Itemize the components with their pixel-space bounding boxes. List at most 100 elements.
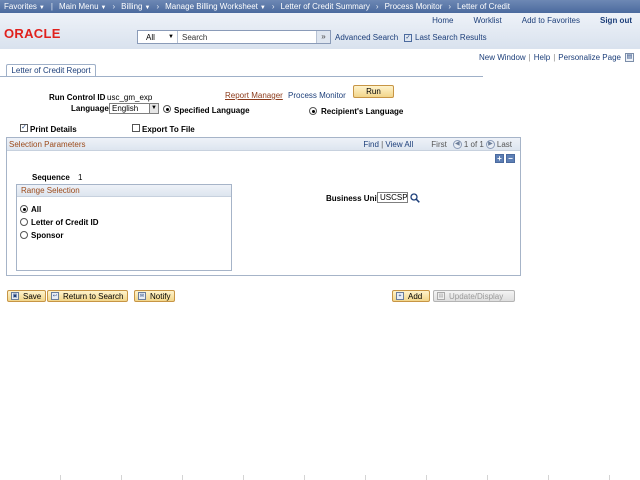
- separator: |: [528, 53, 531, 62]
- language-label: Language: [71, 104, 109, 113]
- print-details-checkbox[interactable]: ✓: [20, 124, 28, 132]
- report-manager-link[interactable]: Report Manager: [225, 91, 283, 100]
- add-row-icon[interactable]: +: [495, 154, 504, 163]
- row-counter: 1 of 1: [463, 140, 484, 149]
- universal-header: ORACLE Home Worklist Add to Favorites Si…: [0, 13, 640, 49]
- add-button[interactable]: + Add: [392, 290, 430, 302]
- breadcrumb-separator: ›: [156, 2, 160, 11]
- update-display-label: Update/Display: [449, 291, 504, 301]
- run-button[interactable]: Run: [353, 85, 394, 98]
- sequence-label: Sequence: [32, 173, 70, 182]
- range-selection-group: Range Selection All Letter of Credit ID …: [16, 184, 232, 271]
- run-control-id-value: usc_gm_exp: [107, 93, 153, 102]
- export-to-file-checkbox[interactable]: [132, 124, 140, 132]
- notify-label: Notify: [150, 291, 171, 301]
- chevron-down-icon: ▼: [38, 5, 45, 11]
- breadcrumb-label: Billing: [121, 2, 143, 11]
- chevron-down-icon: ▼: [149, 104, 158, 113]
- add-icon: +: [396, 292, 404, 300]
- range-sponsor-label: Sponsor: [31, 231, 64, 240]
- range-all-label: All: [31, 205, 42, 214]
- add-to-favorites-link[interactable]: Add to Favorites: [512, 16, 590, 25]
- return-to-search-button[interactable]: ↩ Return to Search: [47, 290, 129, 302]
- tab-divider: [0, 76, 483, 77]
- breadcrumb-label: Manage Billing Worksheet: [165, 2, 258, 11]
- language-select[interactable]: English ▼: [109, 103, 159, 114]
- last-label: Last: [496, 140, 512, 149]
- header-links: Home Worklist Add to Favorites Sign out: [422, 16, 632, 25]
- breadcrumb-manage-billing-worksheet[interactable]: Manage Billing Worksheet ▼: [161, 2, 270, 11]
- sign-out-link[interactable]: Sign out: [590, 16, 632, 25]
- previous-icon[interactable]: ◀: [452, 140, 462, 149]
- separator: |: [553, 53, 556, 62]
- sequence-value: 1: [78, 173, 83, 182]
- main-menu[interactable]: Main Menu ▼: [55, 2, 111, 11]
- breadcrumb-letter-of-credit[interactable]: Letter of Credit: [453, 2, 514, 11]
- personalize-page-link[interactable]: Personalize Page: [558, 53, 621, 62]
- search-scope-value: All: [146, 32, 155, 42]
- recipients-language-radio[interactable]: [309, 107, 317, 115]
- update-display-button[interactable]: ▤ Update/Display: [433, 290, 515, 302]
- range-letter-of-credit-id-radio[interactable]: [20, 218, 28, 226]
- notify-button[interactable]: ✉ Notify: [134, 290, 176, 302]
- range-selection-header: Range Selection: [17, 185, 231, 197]
- chevron-down-icon: ▼: [259, 5, 266, 11]
- view-all-link[interactable]: View All: [385, 140, 413, 149]
- run-control-id-label: Run Control ID: [49, 93, 106, 102]
- range-all-radio[interactable]: [20, 205, 28, 213]
- lookup-search-icon[interactable]: [410, 193, 420, 203]
- first-label: First: [431, 140, 447, 149]
- breadcrumb-separator: ›: [271, 2, 275, 11]
- last-search-results-link[interactable]: ✓ Last Search Results: [404, 33, 487, 42]
- delete-row-icon[interactable]: −: [506, 154, 515, 163]
- export-to-file-label: Export To File: [142, 125, 195, 134]
- return-icon: ↩: [51, 292, 59, 300]
- worklist-link[interactable]: Worklist: [463, 16, 511, 25]
- search-input[interactable]: Search: [178, 33, 316, 42]
- last-search-results-label: Last Search Results: [415, 33, 487, 42]
- next-icon[interactable]: ▶: [485, 140, 495, 149]
- range-letter-of-credit-id-label: Letter of Credit ID: [31, 218, 99, 227]
- return-to-search-label: Return to Search: [63, 291, 124, 301]
- chevron-down-icon: ▼: [144, 5, 151, 11]
- selection-parameters-title: Selection Parameters: [9, 140, 86, 149]
- oracle-logo: ORACLE: [4, 26, 61, 41]
- breadcrumb-process-monitor[interactable]: Process Monitor: [381, 2, 447, 11]
- specified-language-label: Specified Language: [174, 106, 250, 115]
- top-navigation-bar: Favorites ▼ | Main Menu ▼ › Billing ▼ › Man…: [0, 0, 640, 13]
- search-go-button[interactable]: »: [316, 31, 330, 43]
- specified-language-radio[interactable]: [163, 105, 171, 113]
- main-menu-label: Main Menu: [58, 2, 99, 11]
- help-link[interactable]: Help: [534, 53, 550, 62]
- grid-navigation: Find | View All First ◀ 1 of 1 ▶ Last: [363, 140, 512, 149]
- page-links: New Window | Help | Personalize Page ▤: [479, 53, 634, 62]
- breadcrumb-letter-of-credit-summary[interactable]: Letter of Credit Summary: [277, 2, 374, 11]
- chevron-down-icon: ▼: [100, 5, 107, 11]
- search-scope-select[interactable]: All ▼: [138, 31, 178, 43]
- range-sponsor-radio[interactable]: [20, 231, 28, 239]
- save-icon: ▣: [11, 292, 19, 300]
- print-details-label: Print Details: [30, 125, 77, 134]
- breadcrumb-separator: ›: [375, 2, 379, 11]
- range-selection-title: Range Selection: [21, 186, 80, 195]
- business-unit-input[interactable]: USCSP: [377, 192, 408, 203]
- bottom-strip: [0, 475, 640, 480]
- update-display-icon: ▤: [437, 292, 445, 300]
- add-label: Add: [408, 291, 423, 301]
- find-link[interactable]: Find: [363, 140, 379, 149]
- checklist-icon: ✓: [404, 33, 412, 42]
- http-icon[interactable]: ▤: [625, 53, 634, 62]
- favorites-label: Favorites: [4, 2, 37, 11]
- save-button[interactable]: ▣ Save: [7, 290, 47, 302]
- advanced-search-link[interactable]: Advanced Search: [335, 33, 398, 42]
- process-monitor-link[interactable]: Process Monitor: [288, 91, 346, 100]
- breadcrumb-billing[interactable]: Billing ▼: [117, 2, 154, 11]
- chevron-down-icon: ▼: [168, 34, 174, 40]
- search-bar: All ▼ Search »: [137, 30, 331, 44]
- breadcrumb-separator: ›: [112, 2, 116, 11]
- home-link[interactable]: Home: [422, 16, 463, 25]
- new-window-link[interactable]: New Window: [479, 53, 526, 62]
- favorites-menu[interactable]: Favorites ▼: [0, 2, 49, 11]
- save-label: Save: [23, 291, 42, 301]
- breadcrumb-separator: ›: [448, 2, 452, 11]
